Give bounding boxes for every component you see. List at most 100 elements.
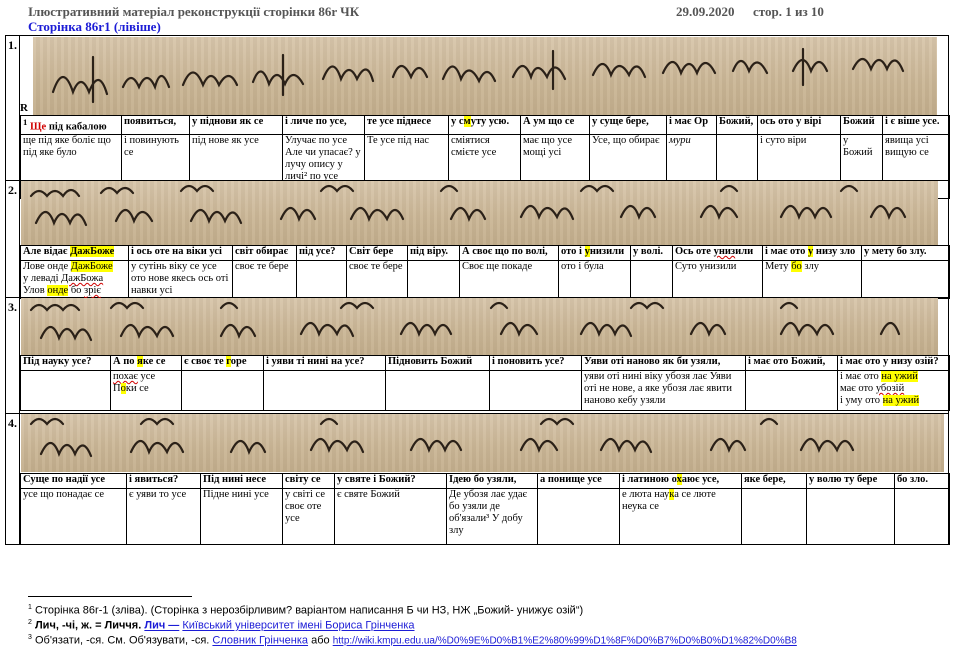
header-cell: у волі. [630,245,673,261]
header-cell: у смуту усю. [448,115,521,135]
header-cell: яке бере, [741,473,807,489]
gloss-cell: є уяви то усе [126,488,201,545]
manuscript-image-3 [21,298,938,355]
gloss-cell [861,260,950,299]
header-cell: Ідею бо узяли, [446,473,538,489]
header-cell: у святе і Божий? [334,473,447,489]
header-cell: під усе? [296,245,347,261]
header-cell: і поновить усе? [489,355,582,371]
header-cell: і є віше усе. [882,115,950,135]
header-cell: 1 Ще під кабалою [20,115,122,135]
footnote-term: Лич, -чі, ж. = Личчя. [34,619,142,632]
gloss-cell [20,370,111,411]
footnote-number: 3 [28,634,32,641]
header-cell: Божий, [716,115,758,135]
gloss-table-2: Але відає ДажБоже і ось оте на віки усі … [20,245,950,299]
header-cell: у суще бере, [589,115,667,135]
page-subtitle: Сторінка 86r1 (лівіше) [28,19,161,34]
gloss-cell [407,260,460,299]
gloss-cell [489,370,582,411]
footnote-dictionary-link[interactable]: Словник Грінченка [212,635,308,647]
gloss-table-3: Під науку усе? А по яке се є своє те гор… [20,355,950,411]
footnote-source-label[interactable]: Лич — [144,620,179,632]
header-cell: те усе піднесе [364,115,449,135]
footnote-separator: або [311,634,330,647]
gloss-cell: уяви оті нині віку убозя лає Уяви оті не… [581,370,746,411]
section-number: 2. [8,183,17,197]
gloss-cell: усе що понадає се [20,488,127,545]
gloss-cell: Лове онде ДажБоже у левадi ДажБожа Улов он… [20,260,129,299]
gloss-cell [894,488,950,545]
footnote-text: Сторінка 86r-1 (зліва). (Сторінка з неро… [34,604,584,617]
gloss-cell [741,488,807,545]
section-number: 4. [8,416,17,430]
gloss-cell: Своє ще покаде [459,260,559,299]
footnote-url-link[interactable]: http://wiki.kmpu.edu.ua/%D0%9E%D0%B1%E2%… [333,636,797,647]
manuscript-image-1 [33,37,937,115]
gloss-cell: Підне нині усе [200,488,283,545]
gloss-cell: своє те бере [346,260,408,299]
footnote-source-link[interactable]: Київський університет імені Бориса Грінч… [182,620,414,632]
gloss-cell [745,370,838,411]
footnote-term: Об'язати, -ся. См. Об'язувати, -ся. [34,634,210,647]
footnote-1: 1 Сторінка 86r-1 (зліва). (Сторінка з не… [28,604,583,617]
header-cell: Уяви оті наново як би узяли, [581,355,746,371]
manuscript-image-4 [21,414,944,472]
gloss-table-4: Суще по надії усе і явиться? Під нині не… [20,473,950,545]
gloss-cell: Мету бо злу [762,260,862,299]
handwriting-strokes [29,417,855,458]
gloss-cell [181,370,264,411]
header-cell: і має ото у низу озій? [837,355,950,371]
gloss-cell: у світі се своє оте усе [282,488,335,545]
document-date: 29.09.2020 [676,4,735,19]
header-cell: А по яке се [110,355,182,371]
header-cell: Під нині несе [200,473,283,489]
header-cell: і латиною охаює усе, [619,473,742,489]
header-cell: і має ото у низу зло [762,245,862,261]
header-cell: у волю ту бере [806,473,895,489]
header-cell: Божий [840,115,883,135]
gloss-cell [263,370,386,411]
header-cell: Підновить Божий [385,355,490,371]
handwriting-strokes [29,301,901,342]
gloss-cell: і має ото на ужий має ото убозій і уму ото… [837,370,950,411]
handwriting-strokes [29,184,907,227]
gloss-cell: своє те бере [232,260,297,299]
footnote-3: 3 Об'язати, -ся. См. Об'язувати, -ся. Сл… [28,634,797,647]
gloss-cell [537,488,620,545]
header-cell: і явиться? [126,473,201,489]
header-cell: а понище усе [537,473,620,489]
section-number: 1. [8,38,17,52]
header-cell: під віру. [407,245,460,261]
header-cell: ото і унизили [558,245,631,261]
footnote-number: 2 [28,619,32,626]
header-cell: і уяви ті нині на усе? [263,355,386,371]
document-title: Ілюстративний матеріал реконструкції сто… [28,4,360,19]
page-info: стор. 1 из 10 [753,4,824,19]
header-cell: Світ бере [346,245,408,261]
header-cell: бо зло. [894,473,950,489]
gloss-cell: Суто унизили [672,260,763,299]
header-cell: і має ото Божий, [745,355,838,371]
gloss-cell [806,488,895,545]
gloss-cell [296,260,347,299]
header-cell: у піднови як се [189,115,283,135]
header-cell: є своє те горе [181,355,264,371]
section-number: 3. [8,300,17,314]
gloss-cell: у сутінь віку се усе ото нове якесь ось … [128,260,233,299]
header-cell: ось ото у вірі [757,115,841,135]
header-cell: А ум що се [520,115,590,135]
header-cell: появиться, [121,115,190,135]
gloss-cell: похає усе Поки се [110,370,182,411]
gloss-cell: є святе Божий [334,488,447,545]
gloss-cell: Де убозя лає удає бо узяли де об'язали³ … [446,488,538,545]
header-cell: і личе по усе, [282,115,365,135]
header-cell: Але відає ДажБоже [20,245,129,261]
header-cell: світ обирає [232,245,297,261]
gloss-cell [630,260,673,299]
header-cell: світу се [282,473,335,489]
manuscript-image-2 [21,181,938,245]
header-cell: у мету бо злу. [861,245,950,261]
header-cell: Суще по надії усе [20,473,127,489]
header-cell: Ось оте унизили [672,245,763,261]
